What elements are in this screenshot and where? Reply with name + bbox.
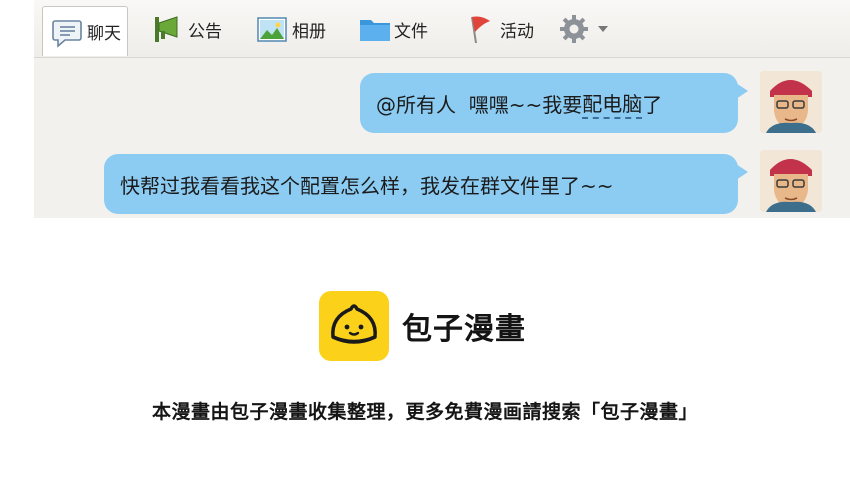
message-text-suffix: 了: [642, 92, 663, 117]
chat-toolbar: 聊天 公告 相册 文件 活动: [34, 0, 850, 58]
tab-files-label: 文件: [394, 21, 428, 42]
group-chat-window: 聊天 公告 相册 文件 活动 @所有人 嘿嘿~~我要 配电脑 了 快帮过我看看我…: [34, 0, 850, 218]
caret-down-icon: [598, 26, 608, 32]
message-text: @所有人 嘿嘿~~我要: [376, 92, 583, 117]
avatar[interactable]: [760, 150, 822, 212]
photo-album-icon: [256, 13, 288, 45]
flag-icon: [464, 13, 496, 45]
chat-icon: [51, 16, 83, 48]
message-bubble: 快帮过我看看我这个配置怎么样，我发在群文件里了~~: [104, 154, 748, 214]
folder-icon: [358, 13, 390, 45]
tab-announcement[interactable]: 公告: [152, 8, 222, 50]
gear-icon: [558, 13, 590, 45]
message-bubble: @所有人 嘿嘿~~我要 配电脑了: [360, 73, 748, 133]
tab-chat-label: 聊天: [87, 24, 121, 44]
tab-chat[interactable]: 聊天: [42, 6, 128, 56]
tab-album[interactable]: 相册: [256, 8, 326, 50]
tab-announcement-label: 公告: [188, 21, 222, 42]
bun-logo-icon: [319, 291, 389, 361]
tab-files[interactable]: 文件: [358, 8, 428, 50]
megaphone-icon: [152, 13, 184, 45]
tab-activity[interactable]: 活动: [464, 8, 534, 50]
watermark-footer-text: 本漫畫由包子漫畫收集整理，更多免費漫画請搜索「包子漫畫」: [151, 401, 698, 423]
message-list: @所有人 嘿嘿~~我要 配电脑了 快帮过我看看我这个配置怎么样，我发在群文件里了~…: [34, 59, 850, 218]
brand-block: 包子漫畫: [319, 291, 526, 361]
message-highlight-text: 配电脑: [582, 88, 643, 119]
brand-name: 包子漫畫: [402, 312, 526, 347]
avatar[interactable]: [760, 71, 822, 133]
message-text: 快帮过我看看我这个配置怎么样，我发在群文件里了~~: [120, 173, 614, 198]
settings-menu-button[interactable]: [558, 8, 608, 50]
tab-activity-label: 活动: [500, 21, 534, 42]
tab-album-label: 相册: [292, 21, 326, 42]
